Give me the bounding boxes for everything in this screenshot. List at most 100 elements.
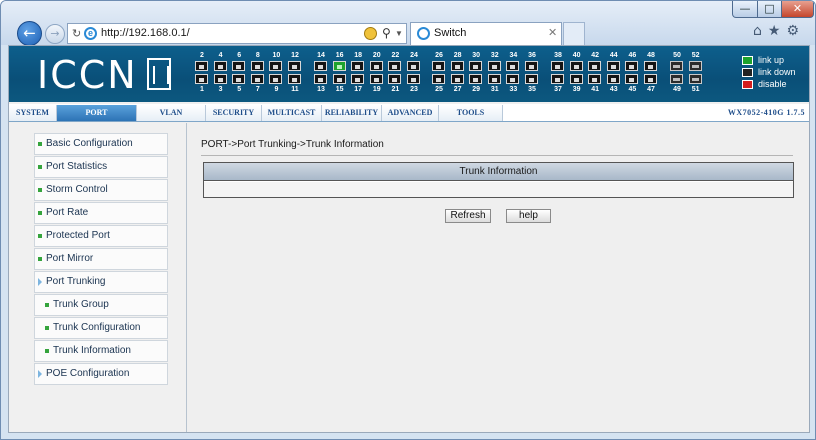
sidebar-item-label: Protected Port [46, 230, 110, 241]
port-number: 51 [691, 86, 700, 93]
tab-advanced[interactable]: ADVANCED [382, 105, 439, 121]
maximize-button[interactable]: □ [757, 1, 782, 18]
tab-tools[interactable]: TOOLS [439, 105, 503, 121]
port-number: 6 [237, 52, 242, 59]
port-number: 49 [673, 86, 681, 93]
port-48[interactable] [644, 61, 657, 71]
sidebar-item-basic-configuration[interactable]: Basic Configuration [34, 133, 168, 155]
port-8[interactable] [250, 61, 264, 71]
port-number: 43 [609, 86, 618, 93]
address-bar[interactable]: ↻ e http://192.168.0.1/ ⚲ ▼ [67, 23, 407, 44]
browser-tool-icons[interactable]: ⌂★⚙ [753, 23, 805, 39]
sidebar-item-trunk-configuration[interactable]: Trunk Configuration [34, 317, 168, 339]
port-38[interactable] [551, 61, 564, 71]
port-12[interactable] [288, 61, 301, 71]
port-47[interactable] [644, 74, 657, 84]
port-number: 35 [528, 86, 536, 93]
port-15[interactable] [332, 74, 346, 84]
port-51[interactable] [688, 74, 702, 84]
port-34[interactable] [506, 61, 520, 71]
port-28[interactable] [450, 61, 464, 71]
port-42[interactable] [588, 61, 602, 71]
port-5[interactable] [232, 74, 246, 84]
sidebar-item-storm-control[interactable]: Storm Control [34, 179, 168, 201]
port-30[interactable] [469, 61, 483, 71]
breadcrumb: PORT->Port Trunking->Trunk Information [201, 139, 384, 150]
sidebar: Basic Configuration Port Statistics Stor… [9, 123, 187, 432]
port-22[interactable] [388, 61, 402, 71]
port-9[interactable] [269, 74, 283, 84]
port-20[interactable] [369, 61, 383, 71]
port-7[interactable] [250, 74, 264, 84]
search-icon[interactable]: ⚲ [382, 24, 391, 43]
port-6[interactable] [232, 61, 246, 71]
browser-tab[interactable]: Switch ✕ [410, 22, 562, 45]
port-35[interactable] [525, 74, 538, 84]
sidebar-item-port-rate[interactable]: Port Rate [34, 202, 168, 224]
refresh-icon[interactable]: ↻ [72, 24, 81, 43]
port-21[interactable] [388, 74, 402, 84]
port-2[interactable] [195, 61, 208, 71]
port-29[interactable] [469, 74, 483, 84]
port-4[interactable] [213, 61, 227, 71]
port-43[interactable] [606, 74, 620, 84]
close-tab-icon[interactable]: ✕ [548, 23, 557, 43]
port-49[interactable] [670, 74, 683, 84]
tab-port[interactable]: PORT [57, 105, 137, 121]
url-text[interactable]: http://192.168.0.1/ [101, 24, 190, 43]
port-37[interactable] [551, 74, 564, 84]
port-13[interactable] [314, 74, 327, 84]
sidebar-item-poe-configuration[interactable]: POE Configuration [34, 363, 168, 385]
port-19[interactable] [369, 74, 383, 84]
minimize-button[interactable]: — [732, 1, 758, 18]
close-button[interactable]: ✕ [781, 1, 814, 18]
chevron-down-icon[interactable]: ▼ [395, 24, 403, 43]
sidebar-item-port-mirror[interactable]: Port Mirror [34, 248, 168, 270]
sidebar-item-trunk-group[interactable]: Trunk Group [34, 294, 168, 316]
sidebar-item-trunk-information[interactable]: Trunk Information [34, 340, 168, 362]
port-23[interactable] [407, 74, 420, 84]
port-40[interactable] [569, 61, 583, 71]
port-44[interactable] [606, 61, 620, 71]
port-36[interactable] [525, 61, 538, 71]
tab-reliability[interactable]: RELIABILITY [322, 105, 382, 121]
sidebar-item-port-trunking[interactable]: Port Trunking [34, 271, 168, 293]
tab-security[interactable]: SECURITY [206, 105, 262, 121]
tab-vlan[interactable]: VLAN [137, 105, 206, 121]
port-46[interactable] [625, 61, 639, 71]
sidebar-item-protected-port[interactable]: Protected Port [34, 225, 168, 247]
refresh-button[interactable]: Refresh [445, 209, 491, 223]
port-31[interactable] [487, 74, 501, 84]
port-3[interactable] [213, 74, 227, 84]
tab-multicast[interactable]: MULTICAST [262, 105, 322, 121]
port-18[interactable] [351, 61, 365, 71]
port-27[interactable] [450, 74, 464, 84]
bullet-icon [38, 211, 42, 215]
port-11[interactable] [288, 74, 301, 84]
port-14[interactable] [314, 61, 327, 71]
port-17[interactable] [351, 74, 365, 84]
port-1[interactable] [195, 74, 208, 84]
port-50[interactable] [670, 61, 683, 71]
port-41[interactable] [588, 74, 602, 84]
port-45[interactable] [625, 74, 639, 84]
compatibility-icon[interactable] [364, 27, 377, 40]
port-26[interactable] [432, 61, 445, 71]
port-number: 31 [490, 86, 499, 93]
port-24[interactable] [407, 61, 420, 71]
port-number: 33 [509, 86, 518, 93]
tab-system[interactable]: SYSTEM [9, 105, 57, 121]
port-39[interactable] [569, 74, 583, 84]
port-10[interactable] [269, 61, 283, 71]
back-icon[interactable]: ← [17, 21, 42, 46]
forward-icon[interactable]: → [45, 24, 65, 44]
sidebar-item-port-statistics[interactable]: Port Statistics [34, 156, 168, 178]
port-52[interactable] [688, 61, 702, 71]
help-button[interactable]: help [506, 209, 551, 223]
port-number: 5 [237, 86, 242, 93]
new-tab-button[interactable] [563, 22, 585, 45]
port-25[interactable] [432, 74, 445, 84]
port-16[interactable] [332, 61, 346, 71]
port-32[interactable] [487, 61, 501, 71]
port-33[interactable] [506, 74, 520, 84]
